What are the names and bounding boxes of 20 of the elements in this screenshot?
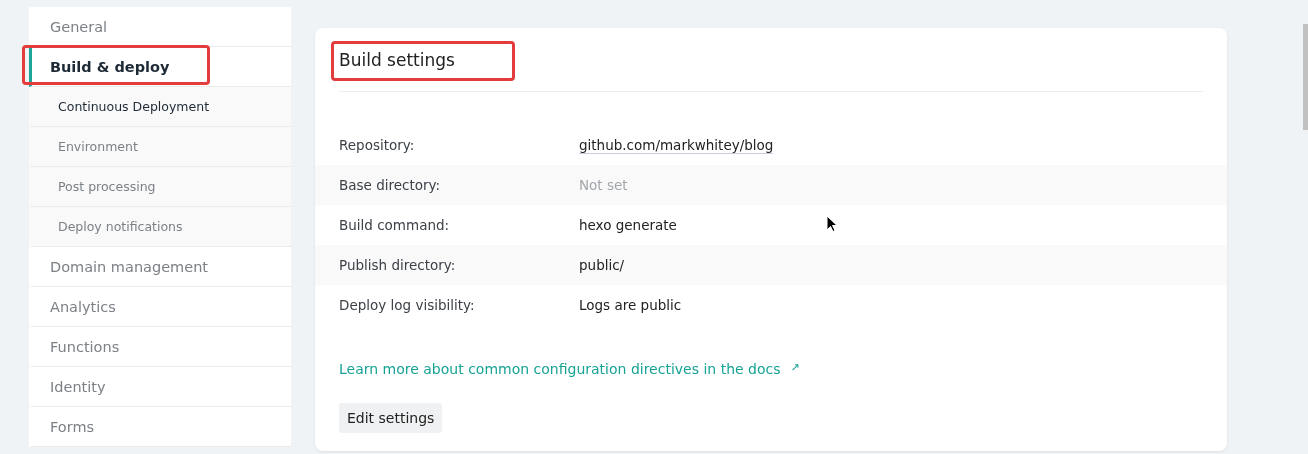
- scrollbar-thumb[interactable]: [1303, 24, 1308, 130]
- repository-link[interactable]: github.com/markwhitey/blog: [579, 136, 774, 154]
- setting-label: Base directory:: [339, 177, 442, 193]
- sidebar-subitem[interactable]: Deploy notifications: [29, 207, 291, 247]
- sidebar-subitem[interactable]: Post processing: [29, 167, 291, 207]
- mouse-cursor-icon: [826, 215, 837, 233]
- edit-settings-button[interactable]: Edit settings: [339, 403, 443, 433]
- setting-value: Not set: [579, 177, 628, 193]
- setting-label: Deploy log visibility:: [339, 297, 476, 313]
- setting-label: Publish directory:: [339, 257, 457, 273]
- card-title: Build settings: [339, 49, 455, 70]
- sidebar-subitem[interactable]: Continuous Deployment: [29, 87, 291, 127]
- sidebar-subitem[interactable]: Environment: [29, 127, 291, 167]
- setting-value: Logs are public: [579, 297, 682, 313]
- setting-value: public/: [579, 257, 625, 273]
- sidebar-item[interactable]: General: [29, 7, 291, 47]
- setting-label: Build command:: [339, 217, 451, 233]
- setting-value: hexo generate: [579, 217, 677, 233]
- docs-link[interactable]: Learn more about common configuration directives in the docs ↗: [339, 361, 800, 377]
- setting-label: Repository:: [339, 137, 416, 153]
